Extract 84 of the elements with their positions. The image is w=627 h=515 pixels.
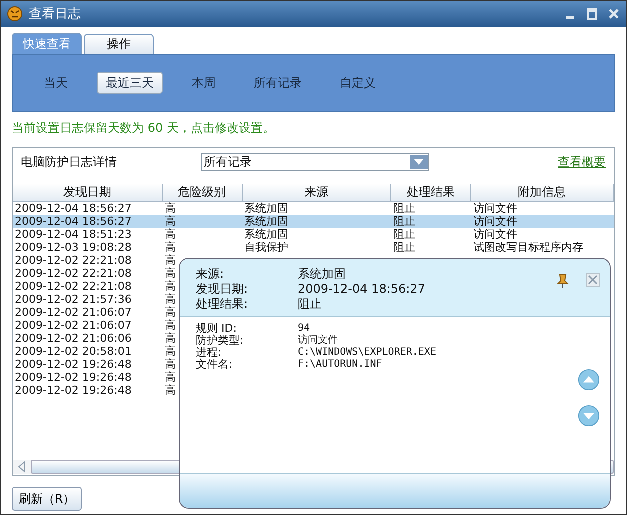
table-cell: 2009-12-02 21:06:07	[15, 319, 132, 332]
table-row[interactable]: 2009-12-03 19:08:28 高 自我保护 阻止 试图改写目标程序内存	[13, 241, 614, 254]
field-value: 2009-12-04 18:56:27	[298, 282, 426, 297]
log-details-label: 电脑防护日志详情	[21, 154, 118, 170]
field-label: 防护类型:	[196, 335, 245, 347]
table-cell: 高	[165, 306, 176, 319]
field-value: 系统加固	[298, 267, 346, 282]
field-label: 处理结果:	[196, 297, 250, 312]
scroll-left-icon[interactable]	[17, 460, 27, 474]
table-cell: 2009-12-02 21:06:06	[15, 332, 132, 345]
filter-button[interactable]: 最近三天	[97, 72, 163, 94]
field-value: 94	[298, 323, 310, 334]
column-header[interactable]: 发现日期	[13, 184, 163, 201]
table-cell: 2009-12-02 22:21:08	[15, 254, 132, 267]
table-cell: 高	[165, 358, 176, 371]
table-row[interactable]: 2009-12-04 18:51:23 高 系统加固 阻止 访问文件	[13, 228, 614, 241]
table-cell: 2009-12-02 19:26:48	[15, 358, 132, 371]
table-cell: 高	[164, 228, 176, 241]
table-cell: 2009-12-02 19:26:48	[15, 384, 132, 397]
table-cell: 2009-12-03 19:08:28	[15, 241, 132, 254]
close-icon[interactable]	[586, 273, 600, 287]
maximize-icon[interactable]	[586, 8, 598, 20]
window-title: 查看日志	[29, 6, 81, 23]
table-cell: 访问文件	[473, 202, 518, 215]
column-header[interactable]: 来源	[242, 184, 392, 201]
filter-button[interactable]: 自定义	[331, 72, 385, 94]
table-cell: 2009-12-04 18:56:27	[15, 202, 132, 215]
field-value: C:\WINDOWS\EXPLORER.EXE	[298, 347, 436, 359]
column-header[interactable]: 危险级别	[162, 184, 243, 201]
table-cell: 2009-12-02 20:58:01	[15, 345, 132, 358]
record-dropdown[interactable]: 所有记录	[201, 153, 429, 171]
table-cell: 试图改写目标程序内存	[473, 241, 584, 254]
table-cell: 系统加固	[244, 228, 289, 241]
field-value: 阻止	[298, 297, 322, 312]
field-label: 文件名:	[196, 359, 234, 371]
scroll-up-icon[interactable]	[578, 369, 600, 391]
field-label: 规则 ID:	[196, 323, 238, 335]
table-row[interactable]: 2009-12-04 18:56:27 高 系统加固 阻止 访问文件	[13, 215, 614, 228]
pin-icon[interactable]	[556, 273, 570, 289]
field-value: 访问文件	[298, 335, 338, 347]
table-cell: 系统加固	[244, 215, 289, 228]
table-cell: 访问文件	[473, 215, 518, 228]
table-cell: 访问文件	[473, 228, 518, 241]
table-cell: 高	[165, 371, 176, 384]
table-row[interactable]: 2009-12-04 18:56:27 高 系统加固 阻止 访问文件	[13, 202, 614, 215]
table-cell: 高	[165, 384, 176, 397]
table-cell: 2009-12-02 22:21:08	[15, 280, 132, 293]
table-cell: 阻止	[393, 202, 416, 215]
table-cell: 2009-12-02 22:21:08	[15, 267, 132, 280]
column-header[interactable]: 附加信息	[471, 184, 614, 201]
table-cell: 2009-12-04 18:56:27	[15, 215, 132, 228]
table-cell: 高	[165, 332, 176, 345]
table-cell: 2009-12-02 21:57:36	[15, 293, 132, 306]
table-cell: 自我保护	[244, 241, 289, 254]
retention-notice[interactable]: 当前设置日志保留天数为 60 天，点击修改设置。	[12, 120, 615, 137]
table-cell: 阻止	[393, 241, 416, 254]
table-cell: 阻止	[393, 215, 416, 228]
table-cell: 高	[165, 345, 176, 358]
table-cell: 阻止	[393, 228, 416, 241]
summary-link[interactable]: 查看概要	[558, 154, 606, 170]
table-cell: 2009-12-02 21:06:07	[15, 306, 132, 319]
field-label: 发现日期:	[196, 282, 250, 297]
table-cell: 高	[164, 202, 176, 215]
table-cell: 高	[164, 241, 176, 254]
field-label: 来源:	[196, 267, 226, 282]
filter-button[interactable]: 本周	[183, 72, 225, 94]
field-label: 进程:	[196, 347, 223, 359]
table-cell: 2009-12-04 18:51:23	[15, 228, 132, 241]
field-value: F:\AUTORUN.INF	[298, 359, 382, 371]
column-header[interactable]: 处理结果	[391, 184, 472, 201]
table-cell: 高	[165, 280, 176, 293]
table-cell: 高	[165, 267, 176, 280]
filter-button[interactable]: 当天	[35, 72, 77, 94]
filter-button[interactable]: 所有记录	[245, 72, 311, 94]
table-cell: 高	[165, 254, 176, 267]
scroll-down-icon[interactable]	[578, 405, 600, 427]
refresh-button[interactable]: 刷新（R）	[12, 487, 82, 511]
table-cell: 2009-12-02 19:26:48	[15, 371, 132, 384]
table-cell: 高	[165, 319, 176, 332]
tab[interactable]: 操作	[84, 34, 154, 54]
table-cell: 系统加固	[244, 202, 289, 215]
app-logo-icon	[7, 6, 23, 22]
table-cell: 高	[164, 215, 176, 228]
table-cell: 高	[165, 293, 176, 306]
